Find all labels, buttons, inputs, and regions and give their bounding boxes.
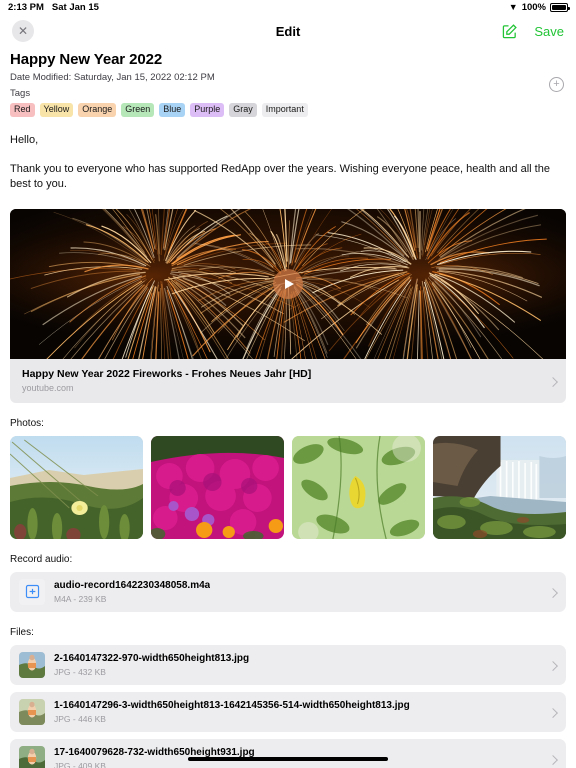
tags-label: Tags — [10, 88, 31, 99]
compose-icon[interactable] — [501, 23, 518, 40]
tag-important[interactable]: Important — [261, 103, 308, 118]
navigation-bar: ✕ Edit Save — [0, 15, 576, 47]
audio-file-name: audio-record1642230348058.m4a — [54, 580, 211, 592]
video-thumbnail[interactable] — [10, 208, 566, 359]
photo-thumbnail[interactable] — [151, 435, 284, 539]
video-source: youtube.com — [22, 382, 74, 393]
file-texts: 1-1640147296-3-width650height813-1642145… — [54, 700, 410, 724]
note-body-line-1: Hello, — [10, 134, 39, 147]
tag-yellow[interactable]: Yellow — [39, 103, 74, 118]
chevron-right-icon — [548, 707, 558, 718]
file-thumbnail — [19, 698, 45, 725]
chevron-right-icon — [548, 754, 558, 765]
audio-file-meta: M4A - 239 KB — [54, 593, 107, 604]
app-screen: 2:13 PM Sat Jan 15 ▼ 100% ✕ Edit Save Ha… — [0, 0, 576, 768]
tag-blue[interactable]: Blue — [159, 103, 186, 118]
video-meta[interactable]: Happy New Year 2022 Fireworks - Frohes N… — [10, 358, 566, 403]
status-bar-right: ▼ 100% — [508, 2, 570, 13]
home-indicator — [188, 757, 388, 761]
photos-label: Photos: — [10, 417, 44, 429]
video-title: Happy New Year 2022 Fireworks - Frohes N… — [22, 367, 312, 380]
photo-thumbnail[interactable] — [10, 435, 143, 539]
file-meta: JPG - 432 KB — [54, 666, 106, 677]
close-icon[interactable]: ✕ — [12, 20, 34, 42]
file-attachment-row[interactable]: 2-1640147322-970-width650height813.jpg J… — [10, 644, 566, 685]
file-meta: JPG - 409 KB — [54, 760, 106, 768]
photo-thumbnail[interactable] — [292, 435, 425, 539]
file-name: 2-1640147322-970-width650height813.jpg — [54, 653, 250, 665]
audio-texts: audio-record1642230348058.m4a M4A - 239 … — [54, 580, 210, 604]
audio-attachment-row[interactable]: audio-record1642230348058.m4a M4A - 239 … — [10, 571, 566, 612]
date-modified: Date Modified: Saturday, Jan 15, 2022 02… — [10, 72, 215, 83]
files-list: 2-1640147322-970-width650height813.jpg J… — [10, 644, 566, 768]
nav-bar-actions: Save — [501, 23, 564, 40]
file-attachment-row[interactable]: 17-1640079628-732-width650height931.jpg … — [10, 738, 566, 768]
status-date: Sat Jan 15 — [51, 2, 99, 13]
wifi-icon: ▼ — [508, 2, 518, 12]
status-time: 2:13 PM — [8, 2, 44, 13]
chevron-right-icon — [548, 660, 558, 671]
file-meta: JPG - 446 KB — [54, 713, 106, 724]
battery-icon — [550, 3, 570, 12]
battery-percent: 100% — [521, 2, 546, 13]
tag-purple[interactable]: Purple — [190, 103, 225, 118]
file-texts: 2-1640147322-970-width650height813.jpg J… — [54, 653, 249, 677]
plus-circle-icon[interactable]: + — [549, 77, 564, 92]
file-thumbnail — [19, 745, 45, 768]
play-icon[interactable] — [273, 268, 303, 299]
tag-gray[interactable]: Gray — [229, 103, 257, 118]
note-content: Happy New Year 2022 Date Modified: Satur… — [0, 51, 576, 768]
note-title: Happy New Year 2022 — [10, 51, 163, 68]
file-attachment-row[interactable]: 1-1640147296-3-width650height813-1642145… — [10, 691, 566, 732]
tag-orange[interactable]: Orange — [78, 103, 117, 118]
tag-green[interactable]: Green — [121, 103, 155, 118]
audio-file-icon — [19, 578, 45, 605]
status-bar: 2:13 PM Sat Jan 15 ▼ 100% — [0, 0, 576, 15]
record-audio-label: Record audio: — [10, 553, 73, 565]
tag-red[interactable]: Red — [10, 103, 35, 118]
note-body-line-2: Thank you to everyone who has supported … — [10, 163, 550, 190]
photo-thumbnail[interactable] — [433, 435, 566, 539]
tags-row: Red Yellow Orange Green Blue Purple Gray Import… — [10, 103, 566, 118]
files-label: Files: — [10, 626, 34, 638]
photos-row — [10, 435, 566, 539]
file-name: 1-1640147296-3-width650height813-1642145… — [54, 700, 410, 712]
chevron-right-icon — [548, 587, 558, 598]
file-thumbnail — [19, 651, 45, 678]
save-button[interactable]: Save — [534, 24, 564, 39]
page-title: Edit — [275, 23, 301, 39]
status-bar-left: 2:13 PM Sat Jan 15 — [8, 2, 99, 13]
video-attachment-card[interactable]: Happy New Year 2022 Fireworks - Frohes N… — [10, 208, 566, 403]
